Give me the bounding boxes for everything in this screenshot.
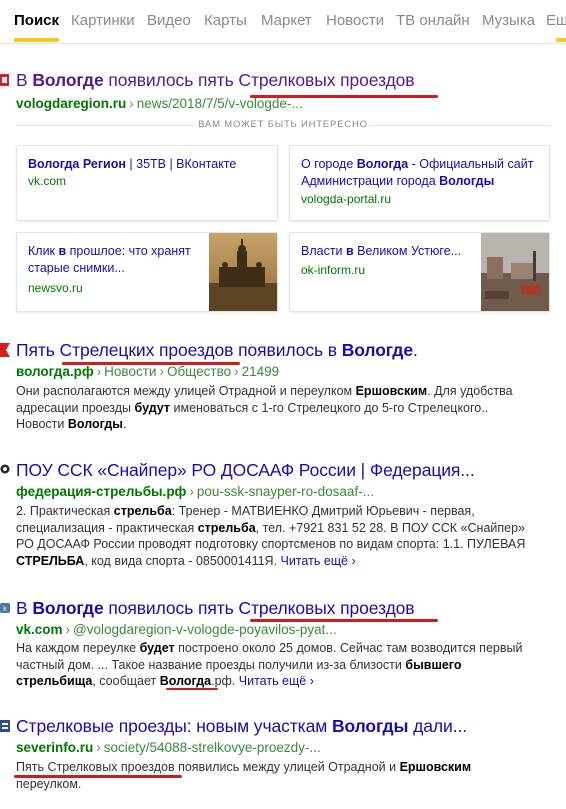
tab-search[interactable]: Поиск bbox=[14, 12, 59, 29]
tab-images[interactable]: Картинки bbox=[71, 12, 135, 29]
result-4-title[interactable]: В Вологде появилось пять Стрелковых прое… bbox=[16, 598, 415, 619]
result-3-url[interactable]: федерация-стрельбы.рф › pou-ssk-snayper-ro… bbox=[16, 484, 374, 499]
result-3-title[interactable]: ПОУ ССК «Снайпер» РО ДОСААФ России | Фед… bbox=[16, 460, 475, 481]
tab-maps[interactable]: Карты bbox=[204, 12, 247, 29]
more-tab-indicator bbox=[556, 38, 566, 42]
sepia-church-photo bbox=[209, 233, 277, 311]
vologda-rf-favicon bbox=[0, 343, 10, 357]
search-tabs: Поиск Картинки Видео Карты Маркет Новост… bbox=[0, 0, 566, 44]
result-1-url[interactable]: vologdaregion.ru › news/2018/7/5/v-vologde… bbox=[16, 96, 303, 111]
tab-tv[interactable]: ТВ онлайн bbox=[396, 12, 470, 29]
read-more-link[interactable]: Читать ещё › bbox=[239, 674, 314, 688]
result-1-title[interactable]: В Вологде появилось пять Стрелковых прое… bbox=[16, 70, 415, 91]
interest-heading: ВАМ МОЖЕТ БЫТЬ ИНТЕРЕСНО bbox=[16, 119, 550, 133]
tab-news[interactable]: Новости bbox=[326, 12, 384, 29]
svg-text:k: k bbox=[3, 606, 7, 613]
result-4-url[interactable]: vk.com › @vologdaregion-v-vologde-poyavilo… bbox=[16, 622, 337, 637]
tab-video[interactable]: Видео bbox=[147, 12, 191, 29]
red-underline-5 bbox=[14, 775, 182, 778]
result-2-url[interactable]: вологда.рф › Новости › Общество › 21499 bbox=[16, 364, 279, 379]
result-5-title[interactable]: Стрелковые проезды: новым участкам Волог… bbox=[16, 716, 467, 737]
result-2-snippet: Они располагаются между улицей Отрадной … bbox=[16, 384, 513, 431]
card-domain: newsvo.ru bbox=[28, 281, 83, 295]
read-more-link[interactable]: Читать ещё › bbox=[281, 554, 356, 568]
active-tab-indicator bbox=[14, 38, 59, 42]
severinfo-favicon bbox=[0, 720, 10, 732]
interest-card-vologda-portal[interactable]: О городе Вологда - Официальный сайт Адми… bbox=[289, 145, 550, 221]
result-5-url[interactable]: severinfo.ru › society/54088-strelkovye-pr… bbox=[16, 740, 321, 755]
result-2-title[interactable]: Пять Стрелецких проездов появилось в Вол… bbox=[16, 340, 418, 361]
red-underline-4b bbox=[166, 688, 218, 690]
town-ruins-photo bbox=[481, 233, 549, 311]
vk-favicon: k bbox=[0, 603, 10, 613]
card-domain: vk.com bbox=[28, 174, 67, 188]
target-favicon bbox=[0, 464, 10, 474]
vologdaregion-favicon bbox=[0, 74, 9, 86]
card-domain: vologda-portal.ru bbox=[301, 192, 392, 206]
result-4-snippet: На каждом переулке будет построено около… bbox=[16, 641, 523, 688]
interest-card-newsvo[interactable]: Клик в прошлое: что хранят старые снимки… bbox=[16, 232, 278, 312]
tab-market[interactable]: Маркет bbox=[261, 12, 312, 29]
interest-card-ok-inform[interactable]: Власти в Великом Устюге... ok-inform.ru bbox=[289, 232, 550, 312]
interest-card-vk[interactable]: Вологда Регион | 35ТВ | ВКонтакте vk.com bbox=[16, 145, 278, 221]
tab-music[interactable]: Музыка bbox=[482, 12, 535, 29]
result-3-snippet: 2. Практическая стрельба: Тренер - МАТВИ… bbox=[16, 504, 526, 568]
tab-more[interactable]: Ещ bbox=[546, 12, 566, 29]
card-domain: ok-inform.ru bbox=[301, 263, 366, 277]
